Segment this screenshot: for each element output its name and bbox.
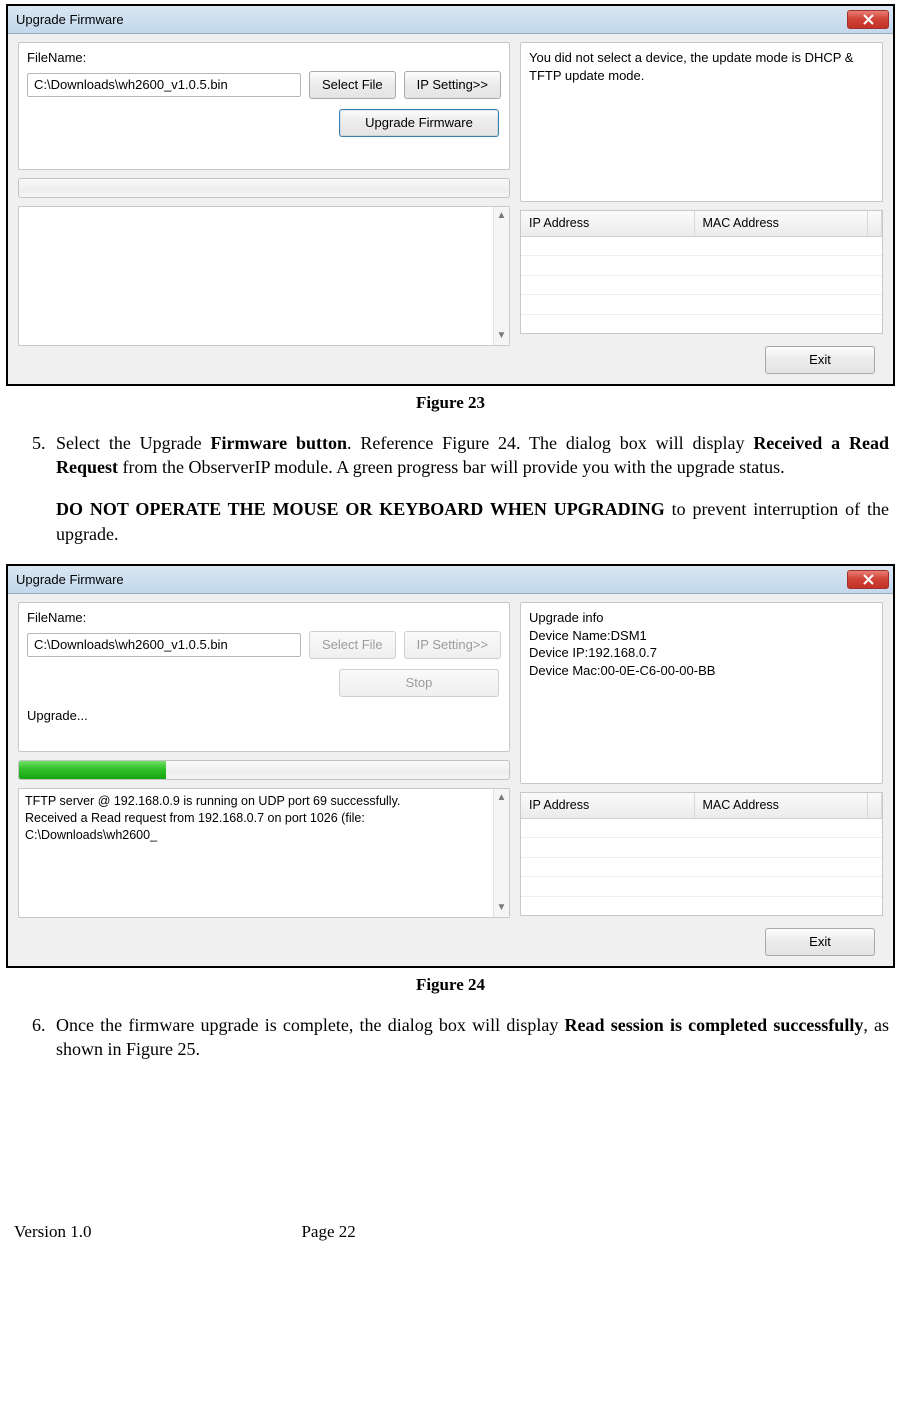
device-name: Device Name:DSM1 <box>529 627 874 645</box>
scrollbar[interactable]: ▲ ▼ <box>493 789 509 917</box>
footer-version: Version 1.0 <box>14 1221 91 1244</box>
col-ip-address[interactable]: IP Address <box>521 211 695 236</box>
figure-caption-24: Figure 24 <box>6 974 895 997</box>
filename-label: FileName: <box>27 49 501 67</box>
stop-button: Stop <box>339 669 499 697</box>
close-button[interactable] <box>847 10 889 29</box>
scroll-down-icon[interactable]: ▼ <box>495 329 509 343</box>
file-select-panel: FileName: C:\Downloads\wh2600_v1.0.5.bin… <box>18 602 510 752</box>
log-line: TFTP server @ 192.168.0.9 is running on … <box>25 793 491 810</box>
page-footer: Version 1.0 Page 22 <box>6 1221 895 1244</box>
device-ip: Device IP:192.168.0.7 <box>529 644 874 662</box>
close-icon <box>863 14 874 25</box>
exit-button[interactable]: Exit <box>765 928 875 956</box>
device-mac: Device Mac:00-0E-C6-00-00-BB <box>529 662 874 680</box>
filename-label: FileName: <box>27 609 501 627</box>
table-row <box>521 295 882 314</box>
select-file-button: Select File <box>309 631 396 659</box>
filename-input[interactable]: C:\Downloads\wh2600_v1.0.5.bin <box>27 633 301 657</box>
table-row <box>521 256 882 275</box>
scroll-up-icon[interactable]: ▲ <box>495 209 509 223</box>
close-button[interactable] <box>847 570 889 589</box>
table-row <box>521 276 882 295</box>
table-row <box>521 237 882 256</box>
upgrade-info-panel: Upgrade info Device Name:DSM1 Device IP:… <box>520 602 883 784</box>
device-table: IP Address MAC Address <box>520 792 883 916</box>
select-file-button[interactable]: Select File <box>309 71 396 99</box>
upgrade-firmware-dialog-2: Upgrade Firmware FileName: C:\Downloads\… <box>6 564 895 968</box>
table-row <box>521 819 882 838</box>
filename-input[interactable]: C:\Downloads\wh2600_v1.0.5.bin <box>27 73 301 97</box>
upgrade-firmware-button[interactable]: Upgrade Firmware <box>339 109 499 137</box>
col-mac-address[interactable]: MAC Address <box>695 211 869 236</box>
scrollbar[interactable]: ▲ ▼ <box>493 207 509 345</box>
log-output[interactable]: ▲ ▼ <box>18 206 510 346</box>
table-row <box>521 838 882 857</box>
close-icon <box>863 574 874 585</box>
table-row <box>521 877 882 896</box>
log-output[interactable]: TFTP server @ 192.168.0.9 is running on … <box>18 788 510 918</box>
scroll-up-icon[interactable]: ▲ <box>495 791 509 805</box>
table-row <box>521 315 882 333</box>
log-line: Received a Read request from 192.168.0.7… <box>25 810 491 844</box>
col-ip-address[interactable]: IP Address <box>521 793 695 818</box>
step-5: Select the Upgrade Firmware button. Refe… <box>50 431 889 546</box>
titlebar: Upgrade Firmware <box>8 566 893 594</box>
scroll-down-icon[interactable]: ▼ <box>495 901 509 915</box>
progress-bar <box>18 760 510 780</box>
upgrade-firmware-dialog-1: Upgrade Firmware FileName: C:\Downloads\… <box>6 4 895 386</box>
progress-bar <box>18 178 510 198</box>
table-row <box>521 858 882 877</box>
titlebar: Upgrade Firmware <box>8 6 893 34</box>
ip-setting-button: IP Setting>> <box>404 631 501 659</box>
window-title: Upgrade Firmware <box>16 11 124 29</box>
file-select-panel: FileName: C:\Downloads\wh2600_v1.0.5.bin… <box>18 42 510 170</box>
notice-text: You did not select a device, the update … <box>529 49 874 84</box>
footer-page: Page 22 <box>301 1221 355 1244</box>
ip-setting-button[interactable]: IP Setting>> <box>404 71 501 99</box>
upgrade-status-label: Upgrade... <box>27 707 501 725</box>
device-table: IP Address MAC Address <box>520 210 883 334</box>
figure-caption-23: Figure 23 <box>6 392 895 415</box>
table-row <box>521 897 882 915</box>
step-6: Once the firmware upgrade is complete, t… <box>50 1013 889 1062</box>
exit-button[interactable]: Exit <box>765 346 875 374</box>
upgrade-info-label: Upgrade info <box>529 609 874 627</box>
window-title: Upgrade Firmware <box>16 571 124 589</box>
notice-panel: You did not select a device, the update … <box>520 42 883 202</box>
col-mac-address[interactable]: MAC Address <box>695 793 869 818</box>
